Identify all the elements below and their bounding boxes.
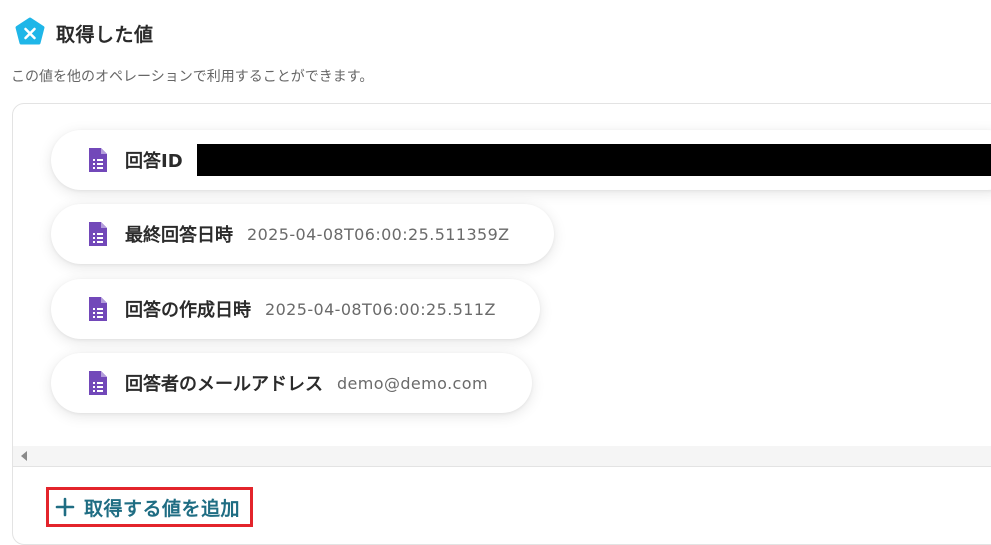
field-label: 回答ID — [125, 151, 183, 172]
google-forms-icon — [89, 148, 107, 172]
value-chip-response-id[interactable]: 回答ID — [51, 130, 991, 190]
field-label: 最終回答日時 — [125, 225, 233, 246]
google-forms-icon — [89, 297, 107, 321]
value-chip-respondent-email[interactable]: 回答者のメールアドレス demo@demo.com — [51, 353, 532, 413]
section-title: 取得した値 — [56, 23, 154, 46]
section-header: 取得した値 — [14, 17, 154, 49]
value-chip-response-created-time[interactable]: 回答の作成日時 2025-04-08T06:00:25.511Z — [51, 279, 540, 339]
yoom-logo-icon — [15, 17, 45, 45]
field-value: 2025-04-08T06:00:25.511Z — [265, 299, 496, 319]
panel-divider — [13, 466, 991, 467]
google-forms-icon — [89, 371, 107, 395]
add-value-label: 取得する値を追加 — [84, 497, 241, 520]
values-panel: 回答ID 最終回答日時 2025-04-08T06:00:25.511359Z — [12, 103, 991, 545]
plus-icon — [55, 497, 75, 517]
field-value: demo@demo.com — [337, 373, 488, 393]
google-forms-icon — [89, 222, 107, 246]
horizontal-scrollbar[interactable] — [13, 446, 991, 466]
field-label: 回答の作成日時 — [125, 300, 251, 321]
value-chip-last-response-time[interactable]: 最終回答日時 2025-04-08T06:00:25.511359Z — [51, 204, 554, 264]
section-description: この値を他のオペレーションで利用することができます。 — [11, 69, 374, 85]
redacted-value — [196, 144, 991, 176]
values-scroll-area[interactable]: 回答ID 最終回答日時 2025-04-08T06:00:25.511359Z — [13, 104, 991, 466]
add-value-button[interactable]: 取得する値を追加 — [46, 487, 254, 527]
field-label: 回答者のメールアドレス — [125, 374, 323, 395]
scroll-left-arrow-icon[interactable] — [21, 451, 27, 461]
field-value: 2025-04-08T06:00:25.511359Z — [247, 224, 510, 244]
